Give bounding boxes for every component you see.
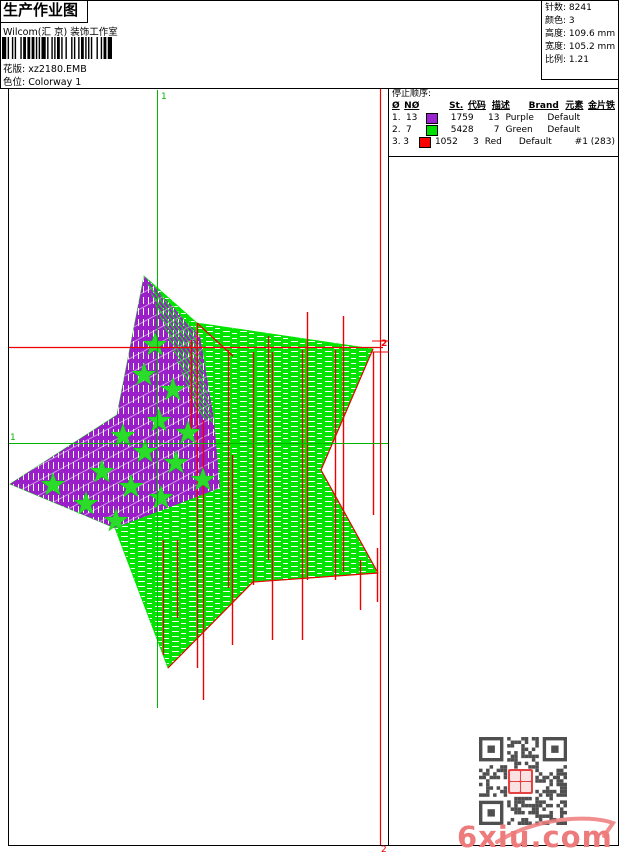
color-swatch-red xyxy=(419,136,432,148)
page-top-border xyxy=(0,0,619,1)
col-header-number: Ø xyxy=(392,101,400,111)
table-row: 3. 3 1052 3 Red Default #1 (283) xyxy=(392,136,615,148)
col-header-brand: Brand xyxy=(528,101,559,111)
svg-text:1: 1 xyxy=(161,92,167,102)
drawing-left-border xyxy=(8,88,9,846)
title-box: 生产作业图 xyxy=(0,0,88,23)
svg-text:1: 1 xyxy=(10,433,16,443)
table-row: 2. 7 5428 7 Green Default xyxy=(392,124,581,136)
page-right-border xyxy=(618,0,619,846)
col-header-sequin: 金片铁 xyxy=(587,101,615,111)
col-header-description: 描述 xyxy=(491,101,510,111)
color-swatch-purple xyxy=(425,112,438,124)
stat-height: 高度: 109.6 mm xyxy=(545,29,616,39)
stat-scale: 比例: 1.21 xyxy=(545,55,589,65)
col-header-code: 代码 xyxy=(467,101,486,111)
barcode xyxy=(2,37,112,59)
colorway-label: 色位: xyxy=(3,77,26,88)
stop-sequence-title: 停止顺序: xyxy=(392,89,432,99)
col-header-element: 元素 xyxy=(565,101,584,111)
col-header-stitches: St. xyxy=(449,101,464,111)
stop-sequence-header-row: Ø NØ St. 代码 描述 Brand 元素 金片铁 xyxy=(389,100,618,112)
color-swatch-green xyxy=(425,124,438,136)
watermark-text: 6xiu.com xyxy=(457,820,613,854)
table-bottom-border xyxy=(389,156,619,157)
svg-text:2: 2 xyxy=(381,339,387,349)
stat-stitches: 针数: 8241 xyxy=(545,3,592,13)
panel-divider xyxy=(388,88,389,846)
stats-box: 针数: 8241 颜色: 3 高度: 109.6 mm 宽度: 105.2 mm… xyxy=(541,0,618,80)
table-row: 1. 13 1759 13 Purple Default xyxy=(392,112,581,124)
colorway: 色位: Colorway 1 xyxy=(3,74,81,88)
red-seal-logo xyxy=(508,769,533,794)
stat-width: 宽度: 105.2 mm xyxy=(545,42,616,52)
stat-colors: 颜色: 3 xyxy=(545,16,575,26)
colorway-value: Colorway 1 xyxy=(28,77,82,88)
page-title: 生产作业图 xyxy=(3,1,79,19)
col-header-needle: NØ xyxy=(404,101,420,111)
design-file: 花版: xz2180.EMB xyxy=(3,61,87,75)
stop-sequence-table: 停止顺序: Ø NØ St. 代码 描述 Brand 元素 金片铁 1. 13 … xyxy=(389,89,618,156)
svg-text:2: 2 xyxy=(381,845,387,855)
studio-name: Wilcom(汇 京) 装饰工作室 xyxy=(3,27,118,38)
